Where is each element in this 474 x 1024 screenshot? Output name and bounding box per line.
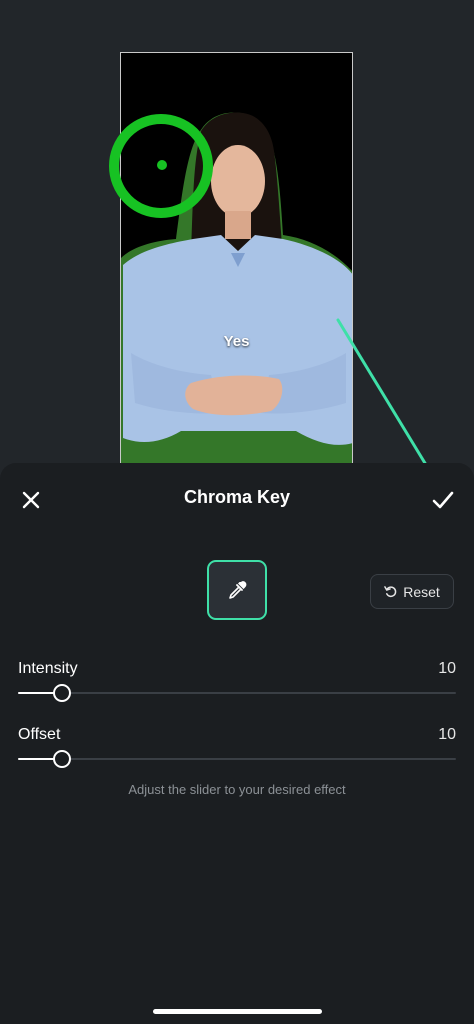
reset-icon <box>384 586 397 598</box>
panel-title: Chroma Key <box>183 487 291 507</box>
intensity-value: 10 <box>438 660 456 677</box>
video-caption: Yes <box>223 333 250 350</box>
home-indicator <box>153 1009 322 1014</box>
intensity-slider-thumb[interactable] <box>53 684 71 702</box>
intensity-slider[interactable] <box>18 684 456 702</box>
offset-slider[interactable] <box>18 750 456 768</box>
preview-area: Yes <box>0 0 474 486</box>
eyedropper-icon <box>229 581 247 599</box>
hint-text: Adjust the slider to your desired effect <box>128 782 346 797</box>
intensity-label: Intensity <box>18 660 78 677</box>
offset-value: 10 <box>438 726 456 743</box>
panel-header: Chroma Key <box>0 463 474 533</box>
offset-label: Offset <box>18 726 61 743</box>
chroma-key-panel: Chroma Key Reset Intensity 10 Offset 10 <box>0 463 474 1024</box>
reset-button[interactable]: Reset <box>370 574 454 609</box>
reset-label: Reset <box>403 583 440 600</box>
eyedropper-button[interactable] <box>207 560 267 620</box>
color-picker-dot <box>157 160 167 170</box>
checkmark-icon[interactable] <box>430 487 456 513</box>
offset-slider-thumb[interactable] <box>53 750 71 768</box>
